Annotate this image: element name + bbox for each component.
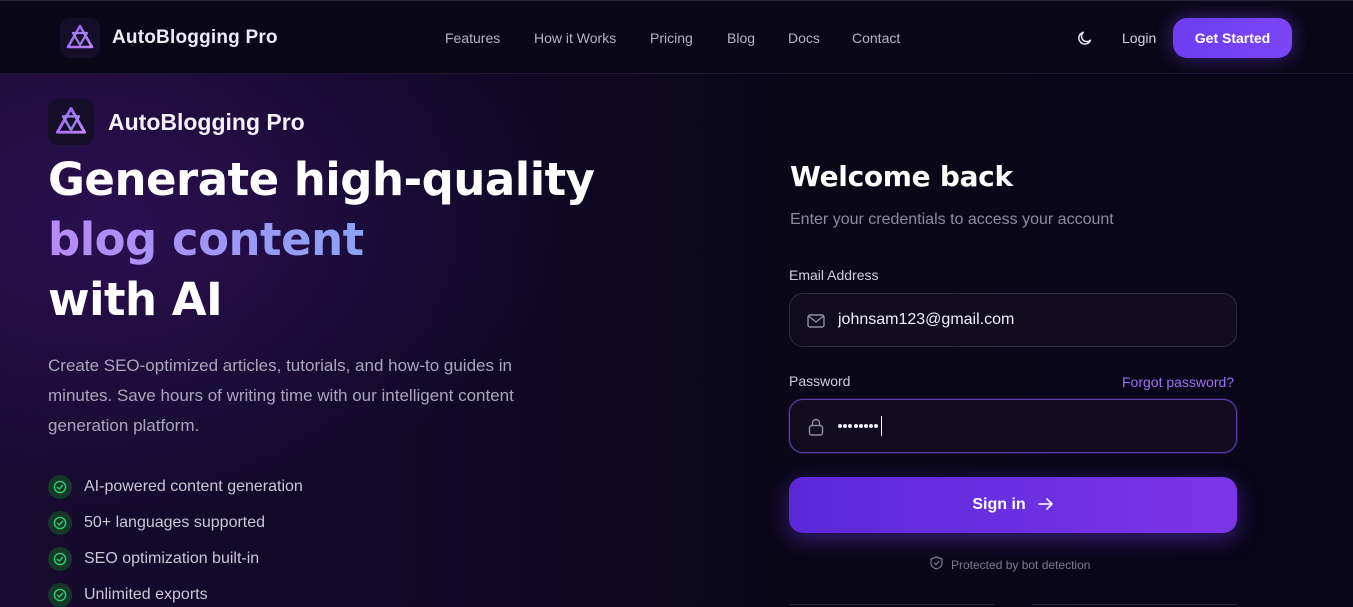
bot-protection-note: Protected by bot detection — [930, 555, 1091, 575]
get-started-button[interactable]: Get Started — [1173, 18, 1292, 58]
hero-description: Create SEO-optimized articles, tutorials… — [48, 356, 514, 435]
form-title: Welcome back — [790, 160, 1013, 193]
login-link[interactable]: Login — [1122, 30, 1156, 46]
headline-line-2-highlight: blog content — [48, 210, 688, 270]
headline-line-3: with AI — [48, 273, 223, 326]
hero-brand-name: AutoBlogging Pro — [108, 109, 305, 135]
feature-item: AI-powered content generation — [48, 469, 303, 505]
hero-headline: Generate high-quality blog content with … — [48, 150, 688, 330]
feature-text: SEO optimization built-in — [84, 550, 260, 567]
sign-in-label: Sign in — [972, 496, 1026, 513]
feature-text: AI-powered content generation — [84, 478, 303, 495]
lock-icon — [806, 417, 826, 437]
divider-right — [1032, 604, 1237, 605]
nav-link-contact[interactable]: Contact — [852, 30, 900, 46]
headline-line-1: Generate high-quality — [48, 153, 595, 206]
check-circle-icon — [48, 547, 72, 571]
email-input[interactable] — [838, 294, 1218, 346]
email-field-wrapper — [789, 293, 1237, 347]
check-circle-icon — [48, 583, 72, 607]
form-subtitle: Enter your credentials to access your ac… — [790, 211, 1114, 228]
email-label: Email Address — [789, 267, 879, 283]
mail-icon — [806, 311, 826, 331]
moon-icon[interactable] — [1075, 28, 1095, 48]
forgot-password-link[interactable]: Forgot password? — [1122, 374, 1234, 390]
password-input[interactable] — [838, 416, 882, 436]
nav-brand-name[interactable]: AutoBlogging Pro — [112, 27, 278, 49]
check-circle-icon — [48, 475, 72, 499]
check-circle-icon — [48, 511, 72, 535]
feature-item: 50+ languages supported — [48, 505, 303, 541]
brand-logo-icon[interactable] — [60, 18, 100, 58]
hero-logo-icon — [48, 99, 94, 145]
password-field[interactable] — [789, 399, 1237, 453]
protected-text: Protected by bot detection — [951, 558, 1091, 572]
feature-text: Unlimited exports — [84, 586, 208, 603]
nav-link-docs[interactable]: Docs — [788, 30, 820, 46]
sign-in-button[interactable]: Sign in — [789, 477, 1237, 533]
feature-text: 50+ languages supported — [84, 514, 266, 531]
nav-link-how-it-works[interactable]: How it Works — [534, 30, 616, 46]
nav-link-blog[interactable]: Blog — [727, 30, 755, 46]
top-navbar: AutoBlogging Pro Features How it Works P… — [0, 0, 1353, 74]
text-caret — [880, 416, 882, 436]
shield-icon — [930, 555, 943, 575]
feature-item: SEO optimization built-in — [48, 541, 303, 577]
feature-list: AI-powered content generation 50+ langua… — [48, 469, 303, 607]
nav-link-pricing[interactable]: Pricing — [650, 30, 693, 46]
password-label: Password — [789, 373, 851, 389]
nav-link-features[interactable]: Features — [445, 30, 500, 46]
divider-left — [789, 604, 994, 605]
arrow-right-icon — [1037, 497, 1054, 514]
login-page: AutoBlogging Pro Features How it Works P… — [0, 0, 1353, 607]
feature-item: Unlimited exports — [48, 577, 303, 607]
